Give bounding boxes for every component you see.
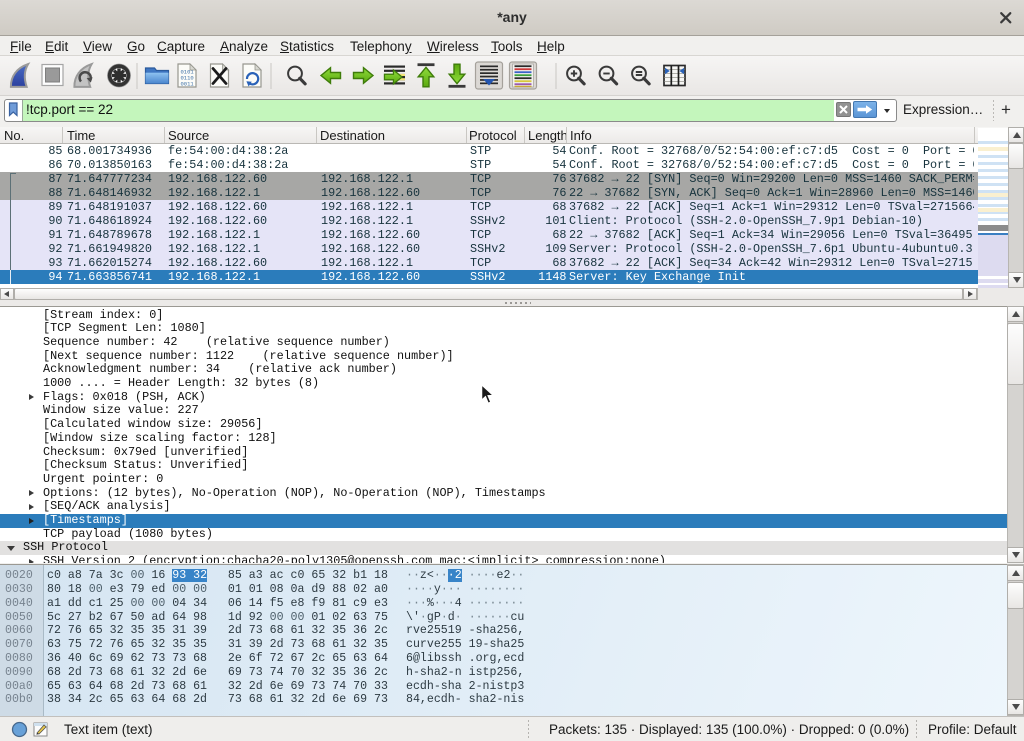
- svg-text:0011: 0011: [181, 81, 195, 88]
